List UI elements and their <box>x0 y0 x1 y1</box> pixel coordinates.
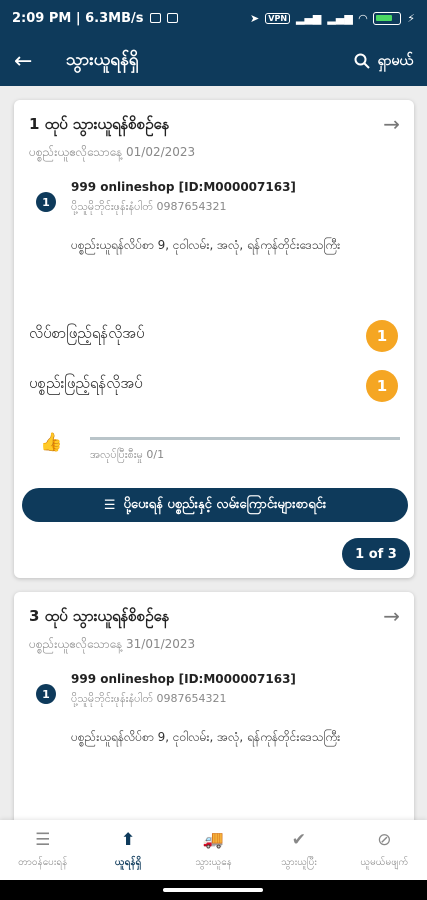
notification-icon <box>149 13 161 23</box>
nav-label: ယူရန်ရှိ <box>114 856 142 868</box>
time-speed: 2:09 PM | 6.3MB/s <box>12 10 144 26</box>
item-route-list-button[interactable]: ☰ ပို့ပေးရန် ပစ္စည်းနှင့် လမ်းကြောင်းမျာ… <box>22 488 408 522</box>
app-bar: ← သွားယူရန်ရှိ ရှာမယ် <box>0 36 427 86</box>
address-required-label: လိပ်စာဖြည့်ရန်လိုအပ် <box>29 324 145 342</box>
check-icon: ✔ <box>291 829 307 850</box>
list-icon: ☰ <box>103 497 116 513</box>
step-number-badge: 1 <box>36 684 56 704</box>
home-indicator[interactable] <box>163 888 263 892</box>
charging-icon: ⚡ <box>407 11 415 25</box>
nav-label: သွားယူနေ <box>195 856 232 868</box>
signal-icon: ▂▄▆ <box>296 11 322 25</box>
item-required-label: ပစ္စည်းဖြည့်ရန်လိုအပ် <box>29 374 143 392</box>
pickup-date: ပစ္စည်းယူဧလိုသောနေ့ 31/01/2023 <box>29 637 196 651</box>
nav-cancelled[interactable]: ⊘ ယူမယ်မဖျက် <box>342 820 427 880</box>
item-required-count: 1 <box>366 370 398 402</box>
system-navigation-bar <box>0 880 427 900</box>
arrow-back-icon[interactable]: ← <box>14 49 44 74</box>
pager-badge[interactable]: 1 of 3 <box>342 538 410 570</box>
step-number-badge: 1 <box>36 192 56 212</box>
truck-icon: 🚚 <box>202 829 225 850</box>
item-route-list-label: ပို့ပေးရန် ပစ္စည်းနှင့် လမ်းကြောင်းများစ… <box>123 496 327 512</box>
signal-icon-2: ▂▄▆ <box>327 11 353 25</box>
pickup-card-2[interactable]: 3 ထုပ် သွားယူရန်စိစဉ်နေ → ပစ္စည်းယူဧလိုသ… <box>14 592 414 832</box>
progress-text: အလုပ်ပြီးစီးမှု 0/1 <box>90 448 165 461</box>
nav-picked-up[interactable]: ✔ သွားယူပြီး <box>256 820 341 880</box>
search-icon <box>354 53 370 69</box>
search-button[interactable]: ရှာမယ် <box>354 51 413 72</box>
nav-assign[interactable]: ☰ တာဝန်ပေးရန် <box>0 820 85 880</box>
app-status-icon <box>166 13 178 23</box>
pickup-address: ပစ္စည်းယူရန်လိပ်စာ 9, ငုဝါလမ်း, အလုံ, ရန… <box>71 238 341 252</box>
search-label: ရှာမယ် <box>377 52 413 69</box>
upload-icon: ⬆ <box>120 829 136 850</box>
pickup-date: ပစ္စည်းယူဧလိုသောနေ့ 01/02/2023 <box>29 145 196 159</box>
status-bar: 2:09 PM | 6.3MB/s ➤ VPN ▂▄▆ ▂▄▆ ◠ ⚡ <box>0 0 427 36</box>
thumbs-up-icon: 👍 <box>40 432 63 453</box>
wifi-icon: ◠ <box>358 11 368 25</box>
nav-label: ယူမယ်မဖျက် <box>360 856 409 868</box>
cancel-truck-icon: ⊘ <box>377 829 392 850</box>
nav-picking-up[interactable]: 🚚 သွားယူနေ <box>171 820 256 880</box>
bottom-navigation: ☰ တာဝန်ပေးရန် ⬆ ယူရန်ရှိ 🚚 သွားယူနေ ✔ သွ… <box>0 820 427 880</box>
sender-phone: ပို့သူမိုဘိုင်းဖုန်းနံပါတ် 0987654321 <box>71 200 227 213</box>
page-title: သွားယူရန်ရှိ <box>66 49 139 70</box>
nav-to-pickup[interactable]: ⬆ ယူရန်ရှိ <box>85 820 170 880</box>
nav-label: သွားယူပြီး <box>280 856 317 868</box>
pickup-address: ပစ္စည်းယူရန်လိပ်စာ 9, ငုဝါလမ်း, အလုံ, ရန… <box>71 730 341 744</box>
vpn-icon: VPN <box>265 12 291 24</box>
arrow-forward-icon[interactable]: → <box>383 112 400 136</box>
status-right: ➤ VPN ▂▄▆ ▂▄▆ ◠ ⚡ <box>250 11 415 25</box>
sender-phone: ပို့သူမိုဘိုင်းဖုန်းနံပါတ် 0987654321 <box>71 692 227 705</box>
shop-name: 999 onlineshop [ID:M000007163] <box>71 672 296 686</box>
card-title: 1 ထုပ် သွားယူရန်စိစဉ်နေ <box>29 115 170 133</box>
shop-name: 999 onlineshop [ID:M000007163] <box>71 180 296 194</box>
battery-icon <box>373 11 402 25</box>
arrow-forward-icon[interactable]: → <box>383 604 400 628</box>
progress-bar <box>90 437 400 440</box>
card-title: 3 ထုပ် သွားယူရန်စိစဉ်နေ <box>29 607 170 625</box>
list-icon: ☰ <box>35 829 51 850</box>
location-icon: ➤ <box>250 11 260 25</box>
status-left: 2:09 PM | 6.3MB/s <box>12 11 178 26</box>
nav-label: တာဝန်ပေးရန် <box>18 856 68 868</box>
address-required-count: 1 <box>366 320 398 352</box>
pickup-card[interactable]: 1 ထုပ် သွားယူရန်စိစဉ်နေ → ပစ္စည်းယူဧလိုသ… <box>14 100 414 578</box>
